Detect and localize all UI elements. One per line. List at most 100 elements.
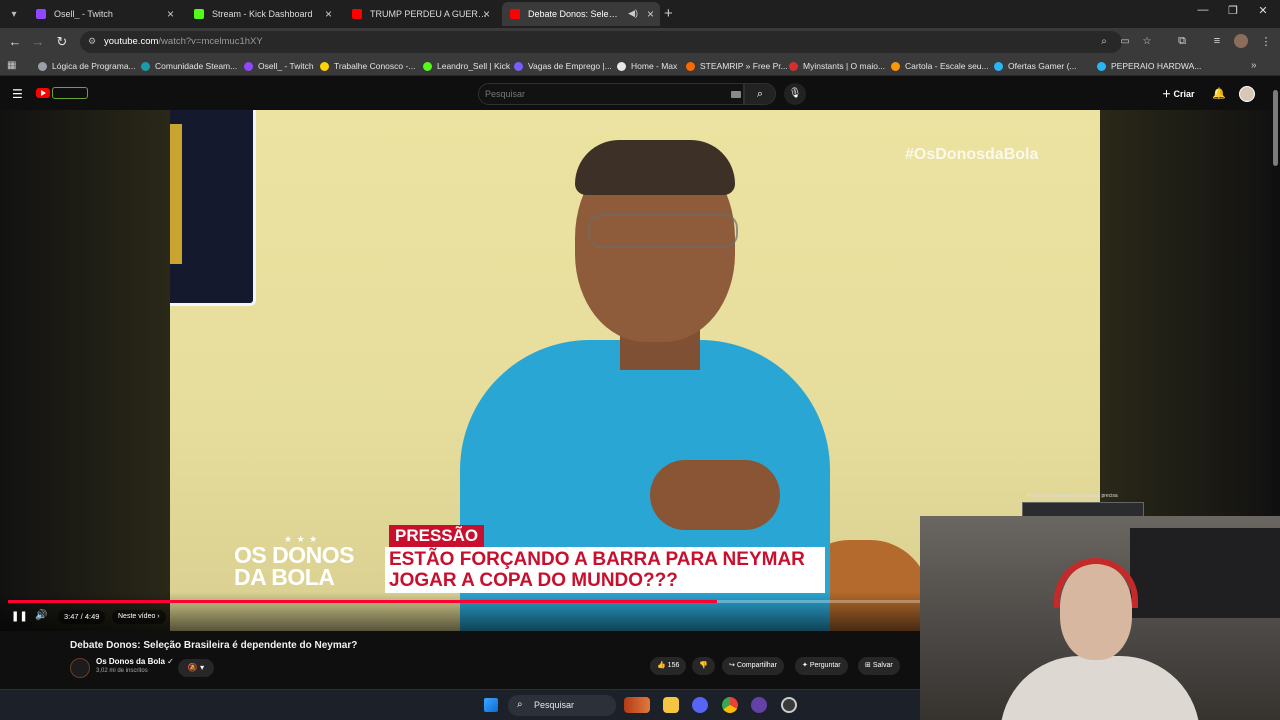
search-button[interactable]: ⌕ — [744, 83, 776, 105]
bookmark-logica[interactable]: Lógica de Programa... — [38, 60, 136, 72]
youtube-logo-icon[interactable] — [36, 88, 50, 98]
banner-tag: PRESSÃO — [389, 525, 485, 547]
banner-line-1: ESTÃO FORÇANDO A BARRA PARA NEYMAR — [389, 549, 805, 570]
bookmark-label: Myinstants | O maio... — [803, 61, 886, 71]
bookmark-steam[interactable]: Comunidade Steam... — [141, 60, 237, 72]
bookmark-favicon — [891, 61, 900, 71]
donos-da-bola-logo: ★ ★ ★ OS DONOS DA BOLA — [234, 534, 369, 589]
search-icon: ⌕ — [756, 88, 764, 100]
search-icon: ⌕ — [517, 699, 523, 710]
search-input[interactable] — [485, 88, 715, 100]
new-tab-plus-icon[interactable]: + — [664, 5, 673, 22]
chapter-button[interactable]: Neste vídeo › — [112, 610, 166, 624]
apps-grid-icon[interactable]: ▦ — [7, 60, 16, 71]
thumbs-down-icon: 👎 — [699, 662, 708, 669]
bookmark-twitch[interactable]: Osell_ - Twitch — [244, 60, 314, 72]
tab-search-chevron-icon[interactable]: ▾ — [4, 4, 24, 24]
bookmark-label: PEPERAIO HARDWA... — [1111, 61, 1202, 71]
bookmark-cartola[interactable]: Cartola - Escale seu... — [891, 60, 989, 72]
taskbar-search[interactable]: ⌕ Pesquisar — [508, 695, 616, 716]
channel-name-text: Os Donos da Bola — [96, 657, 165, 666]
bookmark-vagas[interactable]: Vagas de Emprego |... — [514, 60, 612, 72]
extensions-icon[interactable]: ⧉ — [1174, 35, 1190, 48]
microphone-icon[interactable]: 🎙 — [784, 83, 806, 105]
reload-icon[interactable]: ↻ — [54, 34, 70, 50]
url-text[interactable]: youtube.com/watch?v=mcelmuc1hXY — [104, 36, 263, 47]
hamburger-menu-icon[interactable]: ☰ — [12, 87, 23, 101]
bookmark-favicon — [38, 61, 47, 71]
share-icon: ↪ — [729, 662, 735, 669]
kick-icon — [194, 9, 204, 19]
bookmark-ofertas[interactable]: Ofertas Gamer (... — [994, 60, 1077, 72]
bookmark-trabalhe[interactable]: Trabalhe Conosco -... — [320, 60, 415, 72]
forward-arrow-icon[interactable]: → — [30, 34, 46, 50]
close-icon[interactable]: × — [483, 7, 490, 21]
bookmark-label: Ofertas Gamer (... — [1008, 61, 1077, 71]
minimize-icon[interactable]: — — [1188, 4, 1218, 16]
channel-avatar[interactable] — [70, 658, 90, 678]
profile-avatar[interactable] — [1234, 34, 1248, 48]
menu-kebab-icon[interactable]: ⋮ — [1258, 35, 1274, 48]
bookmark-label: Osell_ - Twitch — [258, 61, 314, 71]
tab-debate-donos[interactable]: Debate Donos: Seleção Brasileira ◀) × — [502, 2, 660, 26]
pause-icon[interactable]: ❚❚ — [11, 611, 28, 622]
windows-start-icon[interactable] — [484, 698, 498, 712]
share-button[interactable]: ↪ Compartilhar — [722, 657, 784, 675]
cast-icon[interactable]: ▭ — [1118, 36, 1132, 47]
back-arrow-icon[interactable]: ← — [7, 34, 23, 50]
bookmark-steamrip[interactable]: STEAMRIP » Free Pr... — [686, 60, 788, 72]
obs-icon[interactable] — [781, 697, 797, 713]
subscriber-count: 3,02 mi de inscritos — [96, 668, 148, 674]
bookmark-label: Lógica de Programa... — [52, 61, 136, 71]
like-button[interactable]: 👍 156 — [650, 657, 687, 675]
address-bar[interactable]: ⚙ youtube.com/watch?v=mcelmuc1hXY ⌕ ▭ ☆ — [80, 31, 1151, 53]
page-scrollbar-thumb[interactable] — [1273, 90, 1278, 166]
restore-icon[interactable]: ❐ — [1218, 4, 1248, 17]
speaker-icon[interactable]: ◀) — [628, 8, 638, 19]
volume-icon[interactable]: 🔊 — [35, 610, 47, 621]
close-icon[interactable]: × — [647, 7, 654, 21]
subscription-bell-button[interactable]: 🔕 ▾ — [178, 659, 214, 677]
more-bookmarks-icon[interactable]: » — [1251, 60, 1257, 71]
tab-kick-dashboard[interactable]: Stream - Kick Dashboard × — [186, 2, 338, 26]
wall-poster — [170, 110, 256, 306]
twitch-icon[interactable] — [751, 697, 767, 713]
banner-headline: ESTÃO FORÇANDO A BARRA PARA NEYMAR JOGAR… — [385, 547, 825, 593]
bookmark-myinstants[interactable]: Myinstants | O maio... — [789, 60, 885, 72]
bookmark-peperaio[interactable]: PEPERAIO HARDWA... — [1097, 60, 1201, 72]
like-count: 156 — [667, 662, 680, 669]
keyboard-icon[interactable] — [731, 91, 741, 98]
ask-button[interactable]: ✦ Perguntar — [795, 657, 848, 675]
youtube-doodle-logo[interactable] — [52, 87, 88, 99]
bookmark-label: Comunidade Steam... — [155, 61, 238, 71]
taskbar-widget-icon[interactable] — [624, 697, 650, 713]
tab-twitch[interactable]: Osell_ - Twitch × — [28, 2, 180, 26]
window-close-icon[interactable]: ✕ — [1248, 4, 1278, 17]
channel-name[interactable]: Os Donos da Bola ✓ — [96, 657, 174, 666]
close-icon[interactable]: × — [167, 7, 174, 21]
chrome-icon[interactable] — [722, 697, 738, 713]
bookmark-star-icon[interactable]: ☆ — [1140, 36, 1154, 47]
site-settings-icon[interactable]: ⚙ — [88, 36, 98, 46]
folder-icon[interactable] — [663, 697, 679, 713]
close-icon[interactable]: × — [325, 7, 332, 21]
search-box — [478, 83, 744, 105]
bookmark-favicon — [320, 61, 329, 71]
user-avatar[interactable] — [1239, 86, 1255, 102]
bookmark-max[interactable]: Home - Max — [617, 60, 677, 72]
notifications-bell-icon[interactable]: 🔔 — [1212, 87, 1226, 100]
progress-bar[interactable] — [8, 600, 920, 603]
person-glasses — [588, 214, 738, 248]
bookmark-favicon — [423, 61, 432, 71]
create-button[interactable]: ＋ Criar — [1162, 87, 1195, 100]
dislike-button[interactable]: 👎 — [692, 657, 715, 675]
discord-icon[interactable] — [692, 697, 708, 713]
bookmarks-bar: ▦ Lógica de Programa... Comunidade Steam… — [0, 56, 1280, 76]
thumbs-up-icon: 👍 — [657, 662, 666, 669]
reading-list-icon[interactable]: ≡ — [1209, 35, 1225, 47]
zoom-search-icon[interactable]: ⌕ — [1097, 36, 1111, 47]
bookmark-kick[interactable]: Leandro_Sell | Kick — [423, 60, 510, 72]
tab-label: Stream - Kick Dashboard — [212, 9, 313, 19]
save-button[interactable]: ⊞ Salvar — [858, 657, 900, 675]
tab-trump-video[interactable]: TRUMP PERDEU A GUERRA?? × — [344, 2, 496, 26]
